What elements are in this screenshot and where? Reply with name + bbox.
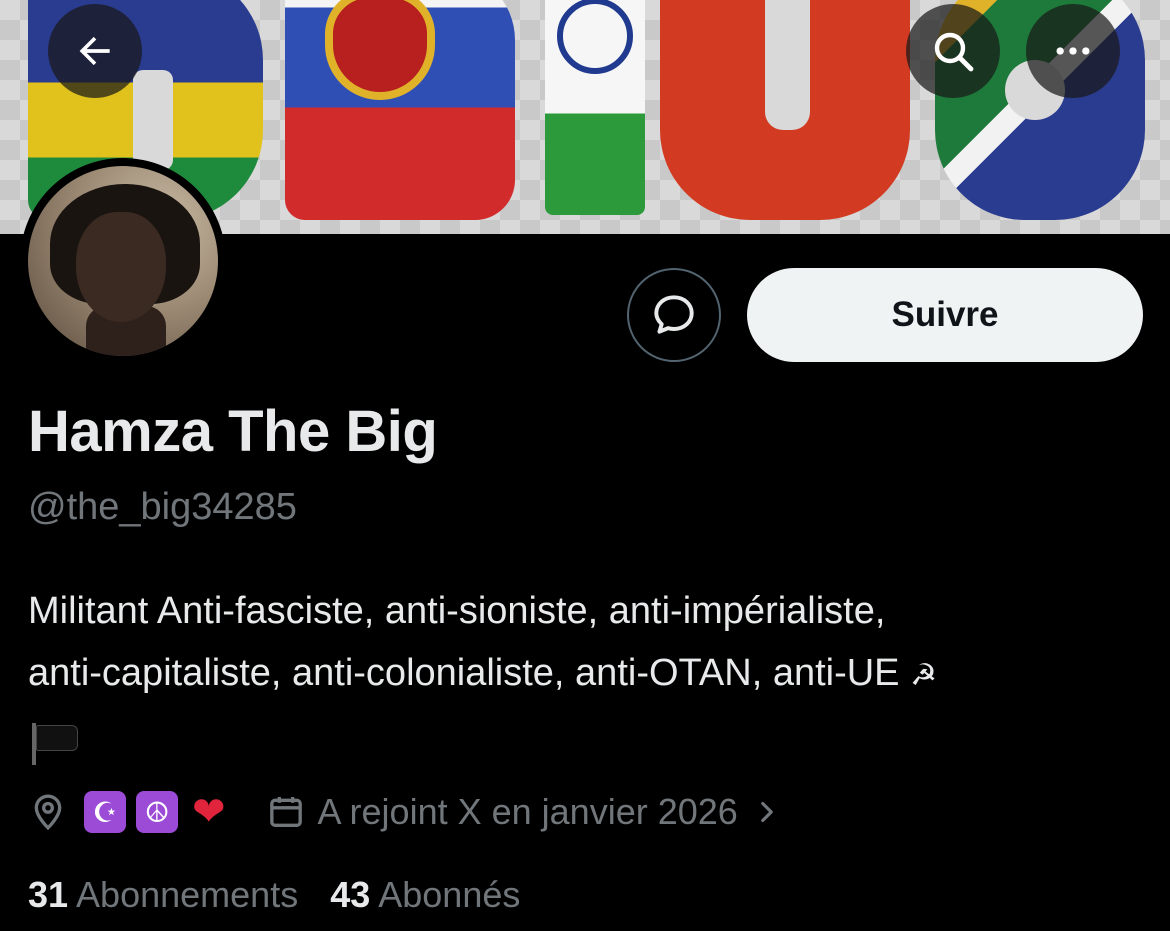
- joined-date-text: A rejoint X en janvier 2026: [317, 791, 738, 832]
- more-button[interactable]: [1026, 4, 1120, 98]
- search-icon: [934, 32, 974, 72]
- black-flag-icon: [28, 722, 80, 765]
- avatar[interactable]: [20, 158, 226, 364]
- bio-line-2: anti-capitaliste, anti-colonialiste, ant…: [28, 642, 1153, 707]
- follow-button[interactable]: Suivre: [747, 268, 1143, 362]
- search-button[interactable]: [906, 4, 1000, 98]
- display-name: Hamza The Big: [28, 399, 438, 464]
- banner-letter-c: [660, 0, 910, 220]
- following-count: 31: [28, 874, 69, 915]
- red-heart-emoji: ❤: [192, 790, 226, 834]
- banner-letter-i: [545, 0, 645, 215]
- following-label: Abonnements: [76, 874, 299, 915]
- avatar-image: [28, 166, 218, 356]
- bio: Militant Anti-fasciste, anti-sioniste, a…: [28, 580, 1153, 769]
- followers-label: Abonnés: [378, 874, 521, 915]
- calendar-icon: [266, 792, 306, 832]
- message-button[interactable]: [627, 268, 721, 362]
- handle: @the_big34285: [28, 486, 297, 528]
- followers-link[interactable]: 43 Abonnés: [330, 874, 520, 916]
- bio-line-1: Militant Anti-fasciste, anti-sioniste, a…: [28, 590, 886, 632]
- banner-letter-r: [285, 0, 515, 220]
- bio-line-2-text: anti-capitaliste, anti-colonialiste, ant…: [28, 652, 900, 694]
- more-horizontal-icon: [1056, 47, 1090, 55]
- joined-date-link[interactable]: A rejoint X en janvier 2026: [266, 791, 780, 833]
- chevron-right-icon: [754, 795, 780, 829]
- profile-meta: ☪ ☮ ❤ A rejoint X en janvier 2026: [28, 786, 780, 838]
- arrow-left-icon: [79, 36, 110, 66]
- location-icon: [28, 790, 68, 834]
- peace-symbol-emoji: ☮: [136, 791, 178, 833]
- message-bubble-icon: [654, 295, 694, 334]
- bio-line-3: [28, 707, 1153, 769]
- hammer-sickle-symbol: ☭: [910, 659, 938, 692]
- back-button[interactable]: [48, 4, 142, 98]
- follow-stats: 31 Abonnements 43 Abonnés: [28, 874, 552, 916]
- following-link[interactable]: 31 Abonnements: [28, 874, 298, 916]
- followers-count: 43: [330, 874, 371, 915]
- star-crescent-emoji: ☪: [84, 791, 126, 833]
